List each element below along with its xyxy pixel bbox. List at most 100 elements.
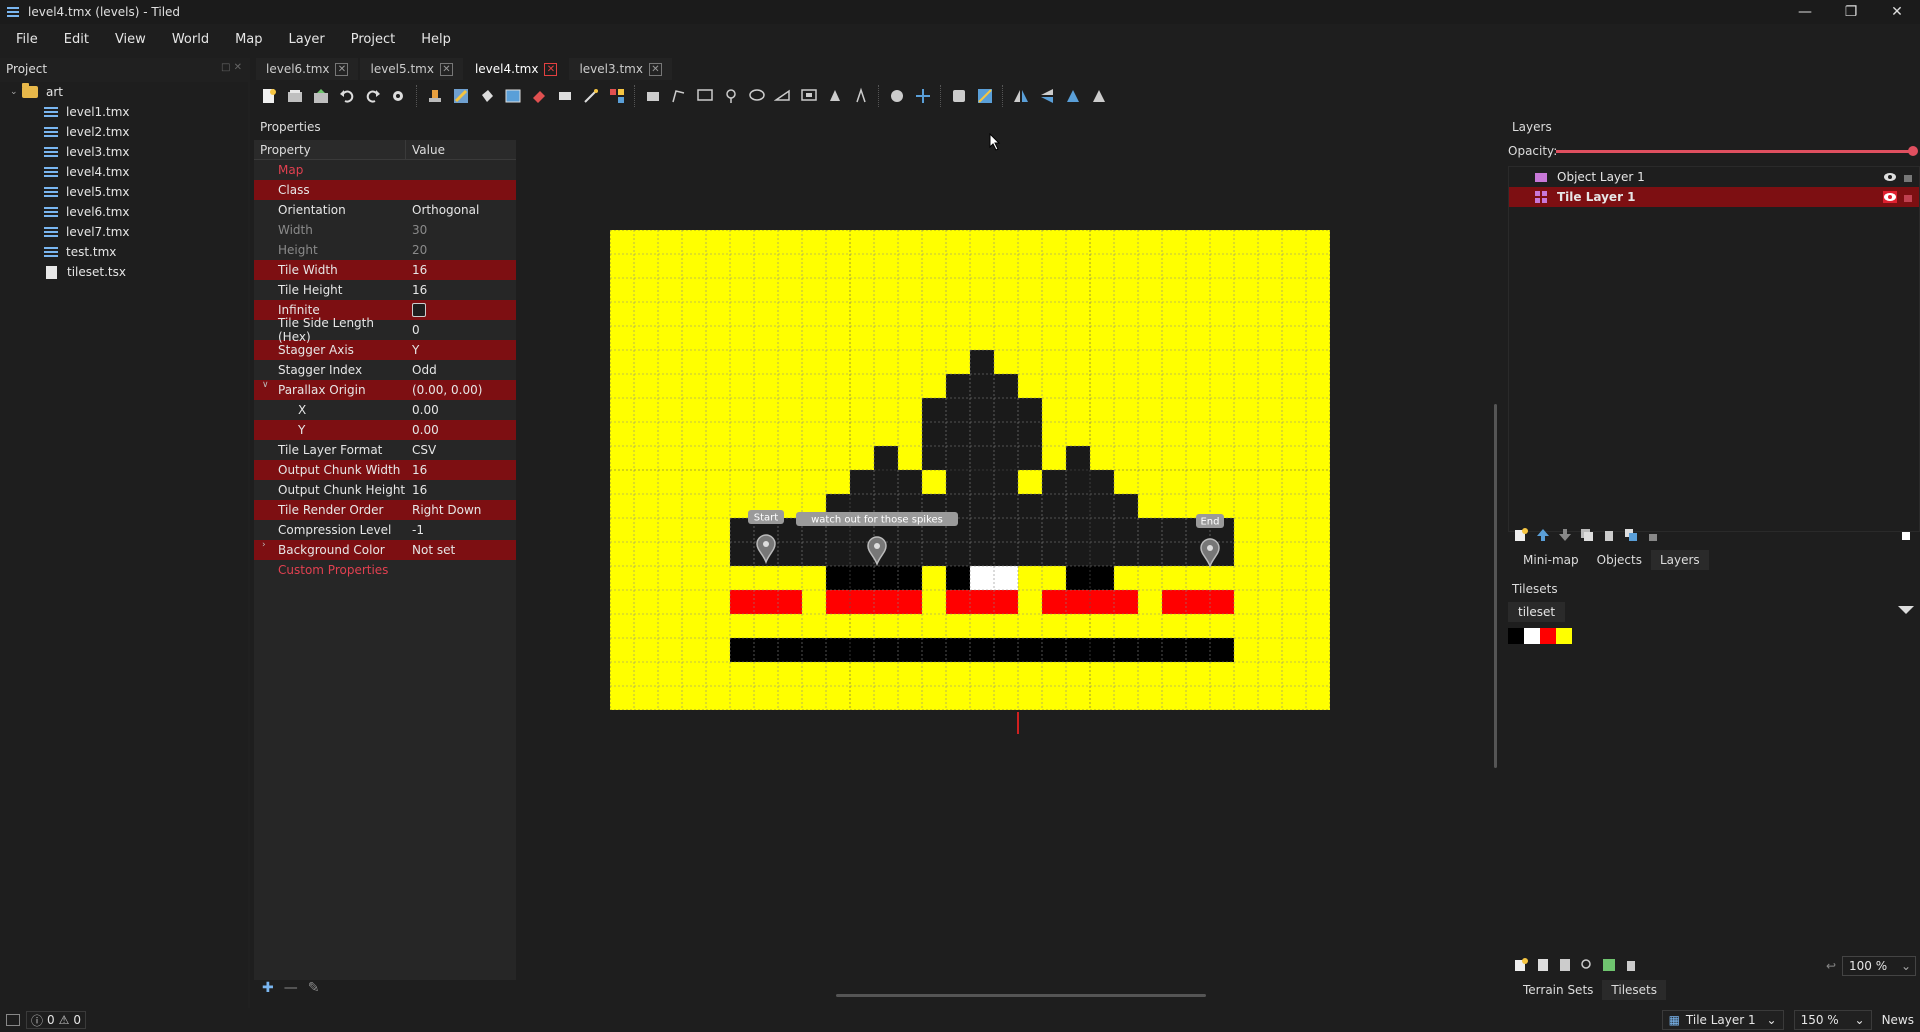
open-button[interactable]: [282, 83, 308, 109]
show-hide-other-layers-icon[interactable]: [1624, 528, 1638, 542]
menu-layer[interactable]: Layer: [279, 28, 335, 51]
menu-help[interactable]: Help: [411, 28, 461, 51]
new-map-button[interactable]: [256, 83, 282, 109]
lock-icon[interactable]: [1903, 170, 1913, 182]
select-objects-tool[interactable]: [640, 83, 666, 109]
world-tool[interactable]: [884, 83, 910, 109]
commands-button[interactable]: [386, 83, 412, 109]
property-row[interactable]: › Background Color Not set: [254, 540, 516, 560]
value-column-header[interactable]: Value: [406, 140, 445, 159]
menu-edit[interactable]: Edit: [54, 28, 99, 51]
minimize-button[interactable]: —: [1782, 0, 1828, 24]
property-row[interactable]: Tile Side Length (Hex) 0: [254, 316, 516, 344]
tileset-properties-icon[interactable]: [1602, 958, 1616, 972]
tree-file[interactable]: level6.tmx: [0, 202, 248, 222]
property-value[interactable]: [406, 180, 516, 200]
property-value[interactable]: Y: [406, 340, 516, 360]
property-value[interactable]: 16: [406, 280, 516, 300]
menu-map[interactable]: Map: [225, 28, 272, 51]
raise-layer-icon[interactable]: [1536, 528, 1550, 542]
rectangle-select-tool[interactable]: [552, 83, 578, 109]
property-row[interactable]: Map: [254, 160, 516, 180]
property-row[interactable]: Tile Render Order Right Down: [254, 500, 516, 520]
panel-options-square-icon[interactable]: [1902, 532, 1910, 540]
insert-text-tool[interactable]: [848, 83, 874, 109]
console-icon[interactable]: [6, 1014, 20, 1026]
property-value[interactable]: Not set: [406, 540, 516, 560]
add-property-icon[interactable]: ✚: [262, 980, 274, 1000]
property-row[interactable]: Orientation Orthogonal: [254, 200, 516, 220]
tab-level4[interactable]: level4.tmx ✕: [464, 58, 568, 80]
save-button[interactable]: [308, 83, 334, 109]
tree-file[interactable]: level2.tmx: [0, 122, 248, 142]
property-row[interactable]: Compression Level -1: [254, 520, 516, 540]
property-row[interactable]: Output Chunk Width 16: [254, 460, 516, 480]
property-row[interactable]: Tile Layer Format CSV: [254, 440, 516, 460]
property-value[interactable]: -1: [406, 520, 516, 540]
eraser-tool[interactable]: [526, 83, 552, 109]
tree-file[interactable]: level1.tmx: [0, 102, 248, 122]
tile-red[interactable]: [1540, 628, 1556, 644]
property-value[interactable]: [406, 300, 516, 320]
property-value[interactable]: CSV: [406, 440, 516, 460]
tab-level5[interactable]: level5.tmx ✕: [360, 58, 463, 80]
property-value[interactable]: Orthogonal: [406, 200, 516, 220]
redo-button[interactable]: [360, 83, 386, 109]
delete-layer-icon[interactable]: [1602, 528, 1616, 542]
rotate-left-button[interactable]: [1060, 83, 1086, 109]
menu-world[interactable]: World: [162, 28, 219, 51]
close-tab-icon[interactable]: ✕: [648, 62, 662, 76]
export-tileset-icon[interactable]: [1558, 958, 1572, 972]
random-mode-button[interactable]: [946, 83, 972, 109]
property-value[interactable]: 16: [406, 480, 516, 500]
tile-black[interactable]: [1508, 628, 1524, 644]
property-row[interactable]: Stagger Index Odd: [254, 360, 516, 380]
close-window-button[interactable]: ✕: [1874, 0, 1920, 24]
opacity-slider-handle[interactable]: [1908, 146, 1918, 156]
opacity-slider[interactable]: [1556, 149, 1912, 153]
new-tileset-icon[interactable]: [1514, 958, 1528, 972]
property-column-header[interactable]: Property: [254, 140, 406, 159]
insert-template-tool[interactable]: [822, 83, 848, 109]
close-tab-icon[interactable]: ✕: [335, 62, 349, 76]
property-value[interactable]: 0.00: [406, 400, 516, 420]
stamp-tool[interactable]: [422, 83, 448, 109]
tree-file[interactable]: tileset.tsx: [0, 262, 248, 282]
tab-level6[interactable]: level6.tmx ✕: [256, 58, 359, 80]
close-tab-icon[interactable]: ✕: [439, 62, 453, 76]
property-value[interactable]: (0.00, 0.00): [406, 380, 516, 400]
property-row[interactable]: Height 20: [254, 240, 516, 260]
tree-file[interactable]: test.tmx: [0, 242, 248, 262]
move-tool[interactable]: [910, 83, 936, 109]
property-value[interactable]: 0.00: [406, 420, 516, 440]
wang-fill-button[interactable]: [972, 83, 998, 109]
vertical-scrollbar[interactable]: [1494, 404, 1497, 768]
insert-polygon-tool[interactable]: [770, 83, 796, 109]
insert-rectangle-tool[interactable]: [692, 83, 718, 109]
property-row[interactable]: Custom Properties: [254, 560, 516, 580]
rename-property-icon[interactable]: ✎: [308, 980, 320, 1000]
tab-level3[interactable]: level3.tmx ✕: [569, 58, 672, 80]
property-row[interactable]: Tile Height 16: [254, 280, 516, 300]
collapse-arrow-icon[interactable]: ⌄: [10, 87, 22, 97]
property-row[interactable]: Tile Width 16: [254, 260, 516, 280]
property-row[interactable]: Stagger Axis Y: [254, 340, 516, 360]
tab-tilesets[interactable]: Tilesets: [1602, 980, 1667, 1000]
undo-button[interactable]: [334, 83, 360, 109]
flip-horizontal-button[interactable]: [1008, 83, 1034, 109]
select-same-tile-tool[interactable]: [604, 83, 630, 109]
remove-tileset-icon[interactable]: [1624, 958, 1638, 972]
tree-file[interactable]: level7.tmx: [0, 222, 248, 242]
flip-vertical-button[interactable]: [1034, 83, 1060, 109]
lock-other-layers-icon[interactable]: [1646, 528, 1660, 542]
horizontal-scrollbar[interactable]: [836, 994, 1206, 997]
tab-layers[interactable]: Layers: [1650, 550, 1709, 570]
tile-white[interactable]: [1524, 628, 1540, 644]
tile-yellow[interactable]: [1556, 628, 1572, 644]
bucket-fill-tool[interactable]: [474, 83, 500, 109]
layer-row-object-layer-1[interactable]: Object Layer 1: [1509, 167, 1919, 187]
tileset-menu-chevron-icon[interactable]: [1898, 606, 1914, 614]
lower-layer-icon[interactable]: [1558, 528, 1572, 542]
lock-icon[interactable]: [1903, 190, 1913, 202]
menu-project[interactable]: Project: [341, 28, 405, 51]
